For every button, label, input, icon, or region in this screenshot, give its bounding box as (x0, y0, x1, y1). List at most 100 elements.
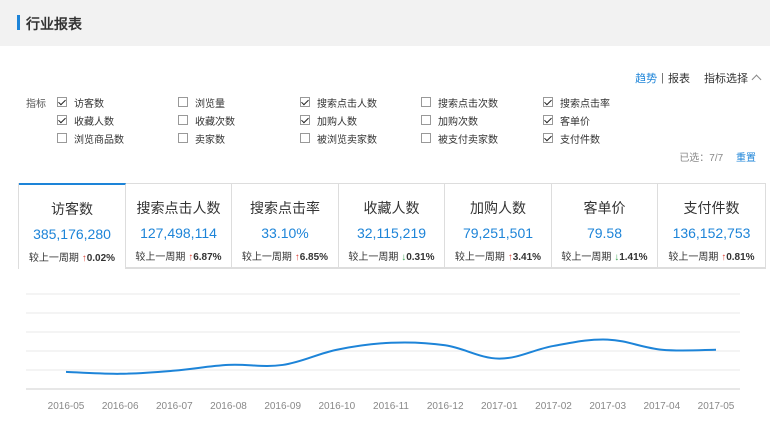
compare-label: 较上一周期 (241, 252, 292, 263)
x-tick-label: 2016-11 (373, 401, 409, 412)
metric-card[interactable]: 支付件数 136,152,753 较上一周期 ↑0.81% (658, 184, 765, 268)
metric-checkbox[interactable] (178, 97, 188, 107)
metrics-label: 指标 (26, 99, 46, 110)
metric-option[interactable]: 客单价 (543, 113, 590, 128)
metric-card[interactable]: 加购人数 79,251,501 较上一周期 ↑3.41% (445, 184, 552, 268)
metric-card-name: 搜索点击人数 (136, 200, 221, 216)
x-tick-label: 2016-09 (264, 401, 301, 412)
metric-card-compare: 较上一周期 ↑6.85% (232, 248, 338, 263)
page-title: 行业报表 (26, 16, 82, 32)
compare-label: 较上一周期 (561, 252, 612, 263)
change-value: 0.02% (86, 253, 116, 264)
metric-card-compare: 较上一周期 ↑0.81% (658, 248, 765, 263)
metric-option[interactable]: 支付件数 (543, 131, 600, 146)
metric-card[interactable]: 收藏人数 32,115,219 较上一周期 ↓0.31% (339, 184, 445, 268)
metric-option-label: 访客数 (74, 98, 104, 110)
metric-option-label: 支付件数 (560, 134, 600, 146)
x-tick-label: 2017-03 (589, 401, 626, 412)
compare-label: 较上一周期 (28, 253, 79, 264)
chevron-up-icon (751, 74, 762, 85)
x-tick-label: 2016-07 (156, 401, 193, 412)
metric-card-value: 33.10% (261, 225, 309, 241)
metric-option-label: 客单价 (560, 116, 590, 128)
metric-option[interactable]: 浏览商品数 (57, 131, 124, 146)
series-line (65, 338, 717, 375)
trend-link[interactable]: 趋势 (635, 70, 657, 86)
metric-option-label: 搜索点击次数 (438, 98, 498, 110)
metric-option-label: 加购人数 (317, 116, 357, 128)
metric-card[interactable]: 访客数 385,176,280 较上一周期 ↑0.02% (19, 183, 126, 269)
metric-option[interactable]: 被支付卖家数 (421, 131, 498, 146)
metric-card-value: 79,251,501 (462, 225, 534, 241)
x-tick-label: 2016-05 (48, 401, 85, 412)
compare-label: 较上一周期 (668, 252, 719, 263)
metric-checkbox[interactable] (300, 133, 310, 143)
metric-card[interactable]: 搜索点击率 33.10% 较上一周期 ↑6.85% (232, 184, 339, 268)
metric-checkbox[interactable] (543, 133, 553, 143)
selected-count: 已选：7/7 (679, 153, 724, 164)
metric-option-label: 浏览商品数 (74, 134, 124, 146)
metric-option-label: 卖家数 (195, 134, 225, 146)
x-tick-label: 2017-05 (698, 401, 735, 412)
reset-link[interactable]: 重置 (736, 153, 756, 164)
metric-option-label: 搜索点击人数 (317, 98, 377, 110)
metric-card-compare: 较上一周期 ↓1.41% (552, 248, 657, 263)
metric-option-label: 浏览量 (195, 98, 225, 110)
x-tick-label: 2017-02 (535, 401, 572, 412)
metric-checkbox[interactable] (543, 115, 553, 125)
metric-checkbox[interactable] (57, 97, 67, 107)
metric-checkbox[interactable] (543, 97, 553, 107)
metric-checkbox[interactable] (421, 97, 431, 107)
metric-option[interactable]: 搜索点击次数 (421, 95, 498, 110)
page-header: 行业报表 (0, 0, 770, 46)
compare-label: 较上一周期 (135, 252, 186, 263)
metric-card-compare: 较上一周期 ↓0.31% (339, 248, 444, 263)
metric-card-name: 加购人数 (470, 200, 526, 216)
metric-option-label: 搜索点击率 (560, 98, 610, 110)
metric-option-label: 收藏次数 (195, 116, 235, 128)
metric-card-name: 支付件数 (683, 200, 740, 216)
metric-card[interactable]: 客单价 79.58 较上一周期 ↓1.41% (552, 184, 658, 268)
x-tick-label: 2016-10 (318, 401, 355, 412)
metric-checkbox[interactable] (300, 97, 310, 107)
metric-option[interactable]: 加购次数 (421, 113, 478, 128)
x-tick-label: 2017-04 (643, 401, 680, 412)
trend-chart: 2016-05 2016-06 2016-07 2016-08 2016-09 2016-… (18, 269, 766, 430)
title-accent-bar (17, 15, 20, 30)
x-tick-label: 2017-01 (481, 401, 518, 412)
metric-option[interactable]: 卖家数 (178, 131, 225, 146)
metric-card[interactable]: 搜索点击人数 127,498,114 较上一周期 ↑6.87% (126, 184, 232, 268)
metric-card-value: 136,152,753 (672, 225, 751, 241)
report-link[interactable]: 报表 (668, 70, 690, 86)
metric-checkbox[interactable] (421, 115, 431, 125)
metric-card-name: 访客数 (51, 201, 93, 217)
metric-option[interactable]: 浏览量 (178, 95, 225, 110)
selection-info: 已选：7/7 重置 (679, 149, 756, 164)
metric-checkbox[interactable] (178, 133, 188, 143)
metric-card-value: 385,176,280 (33, 226, 111, 242)
metric-option[interactable]: 收藏人数 (57, 113, 114, 128)
metric-checkbox[interactable] (421, 133, 431, 143)
metric-option[interactable]: 搜索点击人数 (300, 95, 377, 110)
x-axis: 2016-05 2016-06 2016-07 2016-08 2016-09 2016-… (48, 401, 735, 412)
metric-checkbox[interactable] (178, 115, 188, 125)
metric-card-name: 搜索点击率 (250, 200, 320, 216)
metric-option[interactable]: 搜索点击率 (543, 95, 610, 110)
metric-option-label: 被浏览卖家数 (317, 134, 377, 146)
x-tick-label: 2016-08 (210, 401, 247, 412)
x-tick-label: 2016-06 (102, 401, 139, 412)
view-separator: | (661, 72, 664, 84)
metric-card-value: 79.58 (586, 225, 623, 241)
metric-checkbox[interactable] (57, 133, 67, 143)
metric-checkbox[interactable] (300, 115, 310, 125)
metric-checkbox[interactable] (57, 115, 67, 125)
metric-option-label: 被支付卖家数 (438, 134, 498, 146)
metric-card-compare: 较上一周期 ↑6.87% (126, 248, 231, 263)
metric-option[interactable]: 收藏次数 (178, 113, 235, 128)
metric-option[interactable]: 加购人数 (300, 113, 357, 128)
metric-option[interactable]: 访客数 (57, 95, 104, 110)
indicator-select-toggle[interactable]: 指标选择 (704, 70, 762, 86)
metric-cards: 访客数 385,176,280 较上一周期 ↑0.02% 搜索点击人数 127,498,… (18, 183, 766, 269)
metric-option[interactable]: 被浏览卖家数 (300, 131, 377, 146)
metric-card-value: 127,498,114 (140, 225, 217, 241)
